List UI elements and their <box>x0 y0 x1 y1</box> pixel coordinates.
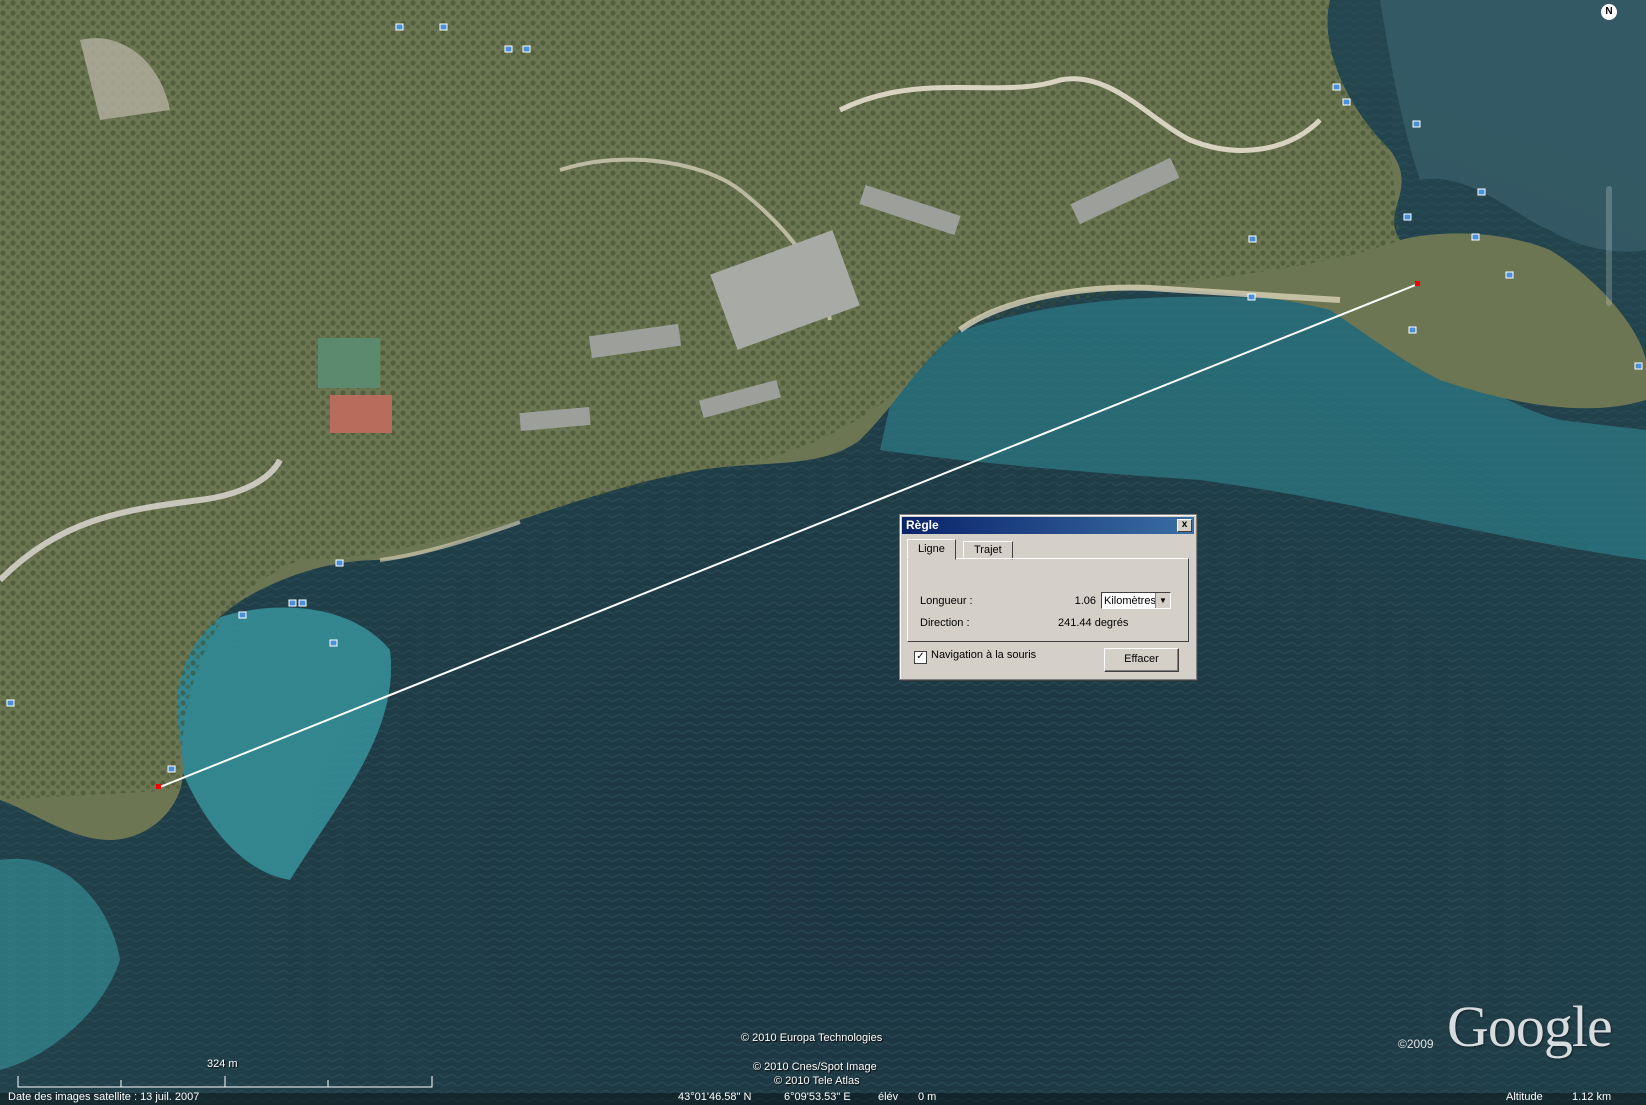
ruler-start-point[interactable] <box>156 784 161 789</box>
copyright-europa: © 2010 Europa Technologies <box>741 1032 883 1044</box>
altitude-label: Altitude <box>1506 1091 1543 1103</box>
tennis-courts <box>318 338 380 388</box>
google-copyright-year: ©2009 <box>1398 1037 1434 1051</box>
unit-selected-value: Kilomètres <box>1104 595 1156 607</box>
status-bar: Date des images satellite : 13 juil. 200… <box>0 1091 1646 1105</box>
dialog-title: Règle <box>906 518 939 532</box>
zoom-slider-track[interactable] <box>1606 186 1612 306</box>
compass-north-icon[interactable]: N <box>1601 4 1617 20</box>
close-icon[interactable]: x <box>1177 519 1192 532</box>
mouse-navigation-checkbox[interactable]: ✓ <box>914 651 927 664</box>
elevation-value: 0 m <box>918 1091 937 1103</box>
copyright-cnes: © 2010 Cnes/Spot Image <box>753 1061 877 1073</box>
imagery-date: Date des images satellite : 13 juil. 200… <box>8 1091 200 1103</box>
longitude-readout: 6°09'53.53" E <box>784 1091 851 1103</box>
scale-label: 324 m <box>207 1058 238 1070</box>
latitude-readout: 43°01'46.58" N <box>678 1091 752 1103</box>
ruler-dialog: Règle x Ligne Trajet Longueur : 1.06 Kil… <box>899 514 1197 680</box>
chevron-down-icon[interactable]: ▼ <box>1155 593 1170 608</box>
ruler-end-point[interactable] <box>1415 281 1420 286</box>
tab-panel-ligne: Longueur : 1.06 Kilomètres ▼ Direction :… <box>907 558 1189 642</box>
google-logo: Google <box>1447 994 1613 1059</box>
copyright-teleatlas: © 2010 Tele Atlas <box>774 1075 860 1087</box>
length-value: 1.06 <box>1074 595 1096 607</box>
direction-label: Direction : <box>920 617 970 629</box>
altitude-value: 1.12 km <box>1572 1091 1612 1103</box>
length-label: Longueur : <box>920 595 973 607</box>
direction-value: 241.44 degrés <box>1058 617 1129 629</box>
photo-marker[interactable] <box>395 23 404 31</box>
satellite-map-view[interactable]: N 324 m © 2010 Europa Technologies © 201… <box>0 0 1646 1105</box>
elevation-label: élév <box>878 1091 899 1103</box>
mouse-navigation-label: Navigation à la souris <box>931 649 1037 661</box>
satellite-imagery <box>0 0 1646 1105</box>
tab-ligne[interactable]: Ligne <box>907 539 956 560</box>
unit-select[interactable]: Kilomètres ▼ <box>1101 592 1171 609</box>
clear-button[interactable]: Effacer <box>1104 648 1179 672</box>
dialog-titlebar[interactable]: Règle x <box>902 517 1194 534</box>
